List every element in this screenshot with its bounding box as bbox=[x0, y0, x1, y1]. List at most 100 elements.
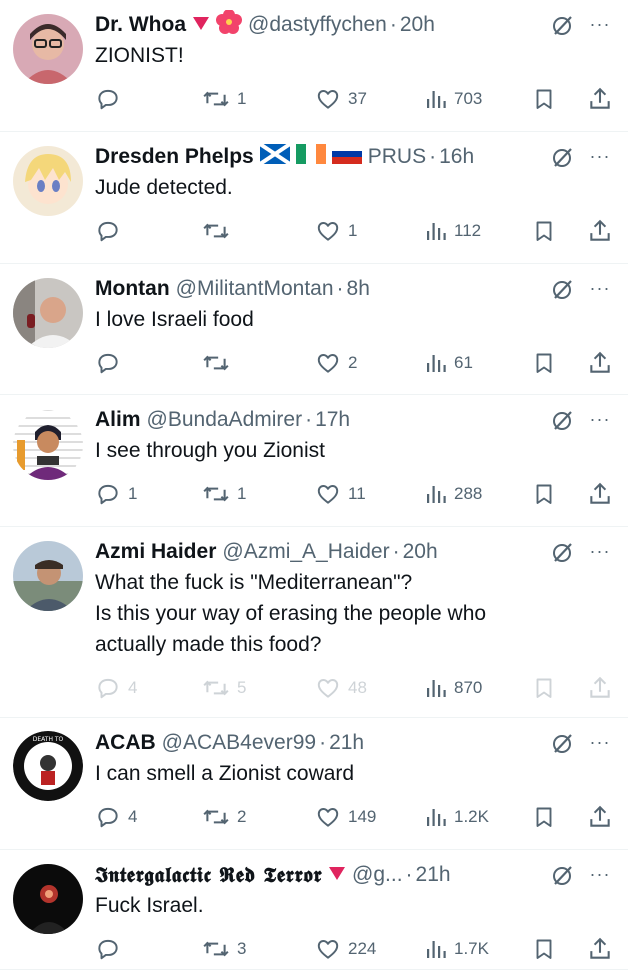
share-button[interactable] bbox=[587, 479, 620, 509]
retweet-count: 3 bbox=[237, 939, 247, 958]
timestamp[interactable]: 8h bbox=[347, 277, 370, 301]
tweet-text: I can smell a Zionist coward bbox=[95, 758, 588, 789]
more-options-icon[interactable]: ··· bbox=[585, 537, 615, 565]
user-handle[interactable]: @MilitantMontan bbox=[176, 277, 334, 301]
display-name[interactable]: Dr. Whoa bbox=[95, 13, 186, 37]
display-name[interactable]: Dresden Phelps bbox=[95, 145, 254, 169]
avatar[interactable] bbox=[13, 278, 83, 348]
reply-tweet[interactable]: Azmi Haider @Azmi_A_Haider · 20h ··· What th… bbox=[0, 527, 628, 718]
reply-button[interactable] bbox=[95, 216, 128, 246]
reply-tweet[interactable]: Dr. Whoa @dastyffychen · 20h ··· ZIONIST! 1 … bbox=[0, 0, 628, 132]
views-button[interactable]: 288 bbox=[425, 479, 482, 509]
views-icon bbox=[425, 805, 454, 829]
bookmark-button[interactable] bbox=[532, 216, 563, 246]
display-name[interactable]: Montan bbox=[95, 277, 170, 301]
retweet-button[interactable] bbox=[202, 216, 237, 246]
display-name[interactable]: ACAB bbox=[95, 731, 156, 755]
share-icon bbox=[587, 350, 620, 376]
display-name[interactable]: Azmi Haider bbox=[95, 540, 216, 564]
separator-dot: · bbox=[319, 731, 327, 754]
reply-button[interactable] bbox=[95, 348, 128, 378]
user-handle[interactable]: @ACAB4ever99 bbox=[162, 731, 316, 755]
timestamp[interactable]: 17h bbox=[315, 408, 350, 432]
share-button[interactable] bbox=[587, 84, 620, 114]
avatar[interactable] bbox=[13, 14, 83, 84]
bookmark-button[interactable] bbox=[532, 802, 563, 832]
grok-icon[interactable] bbox=[548, 538, 578, 566]
timestamp[interactable]: 21h bbox=[329, 731, 364, 755]
reply-tweet[interactable]: Alim @BundaAdmirer · 17h ··· I see through y… bbox=[0, 395, 628, 527]
bookmark-button[interactable] bbox=[532, 673, 563, 703]
more-options-icon[interactable]: ··· bbox=[585, 728, 615, 756]
views-button[interactable]: 703 bbox=[425, 84, 482, 114]
svg-text:DEATH TO: DEATH TO bbox=[33, 736, 64, 743]
tweet-text-line: actually made this food? bbox=[95, 633, 322, 656]
views-button[interactable]: 1.2K bbox=[425, 802, 489, 832]
like-button[interactable]: 2 bbox=[315, 348, 357, 378]
bookmark-button[interactable] bbox=[532, 84, 563, 114]
retweet-icon bbox=[202, 350, 237, 376]
display-name[interactable]: Alim bbox=[95, 408, 141, 432]
grok-icon[interactable] bbox=[548, 11, 578, 39]
retweet-button[interactable]: 1 bbox=[202, 84, 246, 114]
grok-icon[interactable] bbox=[548, 861, 578, 889]
timestamp[interactable]: 16h bbox=[439, 145, 474, 169]
share-button[interactable] bbox=[587, 348, 620, 378]
retweet-button[interactable]: 2 bbox=[202, 802, 246, 832]
avatar[interactable]: DEATH TO bbox=[13, 731, 83, 801]
more-options-icon[interactable]: ··· bbox=[585, 274, 615, 302]
retweet-button[interactable]: 1 bbox=[202, 479, 246, 509]
share-button[interactable] bbox=[587, 802, 620, 832]
share-button[interactable] bbox=[587, 216, 620, 246]
retweet-button[interactable] bbox=[202, 348, 237, 378]
avatar[interactable] bbox=[13, 410, 83, 480]
more-options-icon[interactable]: ··· bbox=[585, 10, 615, 38]
user-handle[interactable]: @dastyffychen bbox=[248, 13, 387, 37]
user-handle[interactable]: @Azmi_A_Haider bbox=[222, 540, 389, 564]
bookmark-button[interactable] bbox=[532, 479, 563, 509]
more-options-icon[interactable]: ··· bbox=[585, 405, 615, 433]
user-handle[interactable]: @BundaAdmirer bbox=[147, 408, 303, 432]
retweet-button[interactable]: 5 bbox=[202, 673, 246, 703]
grok-icon[interactable] bbox=[548, 275, 578, 303]
views-button[interactable]: 870 bbox=[425, 673, 482, 703]
tweet-header: Dresden Phelps PRUS · 16h bbox=[95, 142, 518, 172]
reply-tweet[interactable]: Montan @MilitantMontan · 8h ··· I love Israe… bbox=[0, 264, 628, 395]
avatar[interactable] bbox=[13, 146, 83, 216]
bookmark-icon bbox=[532, 86, 563, 112]
reply-button[interactable]: 4 bbox=[95, 802, 137, 832]
grok-icon[interactable] bbox=[548, 729, 578, 757]
share-button[interactable] bbox=[587, 673, 620, 703]
tweet-text-line: I see through you Zionist bbox=[95, 439, 325, 462]
like-button[interactable]: 11 bbox=[315, 479, 366, 509]
tweet-header: Azmi Haider @Azmi_A_Haider · 20h bbox=[95, 537, 518, 567]
grok-icon[interactable] bbox=[548, 406, 578, 434]
bookmark-button[interactable] bbox=[532, 348, 563, 378]
like-button[interactable]: 149 bbox=[315, 802, 376, 832]
tweet-text-line: What the fuck is "Mediterranean"? bbox=[95, 571, 413, 594]
views-button[interactable]: 112 bbox=[425, 216, 481, 246]
avatar[interactable] bbox=[13, 541, 83, 611]
like-button[interactable]: 48 bbox=[315, 673, 367, 703]
timestamp[interactable]: 21h bbox=[416, 863, 451, 887]
user-handle[interactable]: PRUS bbox=[368, 145, 426, 169]
reply-tweet[interactable]: Dresden Phelps PRUS · 16h ··· Jude detected.… bbox=[0, 132, 628, 264]
like-button[interactable]: 1 bbox=[315, 216, 357, 246]
display-name[interactable]: 𝕴𝖓𝖙𝖊𝖗𝖌𝖆𝖑𝖆𝖈𝖙𝖎𝖈 𝕽𝖊𝖉 𝕿𝖊𝖗𝖗𝖔𝖗 bbox=[95, 862, 322, 888]
reply-button[interactable]: 4 bbox=[95, 673, 137, 703]
user-handle[interactable]: @g... bbox=[352, 863, 403, 887]
reply-button[interactable]: 1 bbox=[95, 479, 137, 509]
like-button[interactable]: 37 bbox=[315, 84, 367, 114]
grok-icon[interactable] bbox=[548, 143, 578, 171]
more-options-icon[interactable]: ··· bbox=[585, 860, 615, 888]
views-icon bbox=[425, 482, 454, 506]
views-button[interactable]: 61 bbox=[425, 348, 473, 378]
reply-button[interactable] bbox=[95, 84, 128, 114]
heart-icon bbox=[315, 86, 348, 112]
timestamp[interactable]: 20h bbox=[400, 13, 435, 37]
timestamp[interactable]: 20h bbox=[403, 540, 438, 564]
reply-tweet[interactable]: DEATH TO ACAB @ACAB4ever99 · 21h ··· I can s… bbox=[0, 718, 628, 850]
more-options-icon[interactable]: ··· bbox=[585, 142, 615, 170]
avatar[interactable] bbox=[13, 864, 83, 934]
reply-tweet[interactable]: 𝕴𝖓𝖙𝖊𝖗𝖌𝖆𝖑𝖆𝖈𝖙𝖎𝖈 𝕽𝖊𝖉 𝕿𝖊𝖗𝖗𝖔𝖗 @g... · 21h ··· Fuc… bbox=[0, 850, 628, 970]
